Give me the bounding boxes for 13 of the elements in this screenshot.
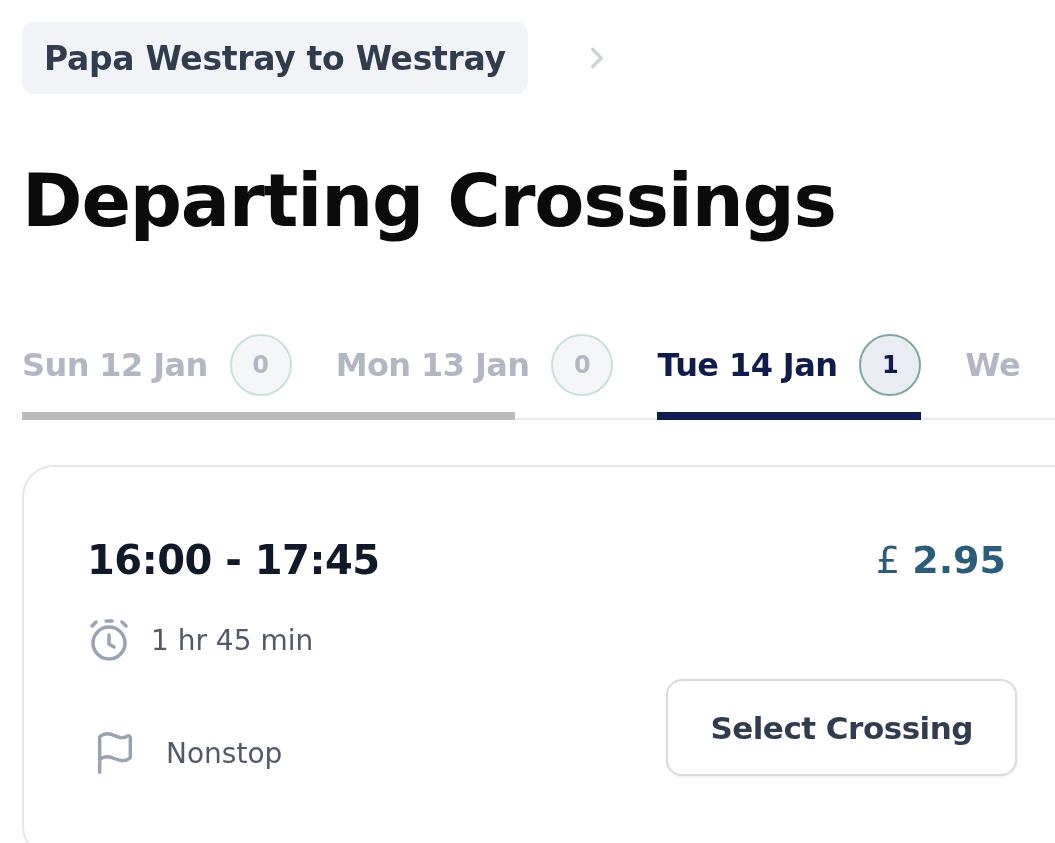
- count-badge: 1: [859, 334, 922, 396]
- price-text: £ 2.95: [875, 537, 1006, 584]
- page-heading: Departing Crossings: [22, 157, 836, 245]
- duration-text: 1 hr 45 min: [151, 623, 314, 657]
- clock-icon: [87, 618, 131, 662]
- date-tab[interactable]: Tue 14 Jan 1: [657, 334, 922, 420]
- count-badge: 0: [551, 334, 614, 396]
- stops-text: Nonstop: [166, 736, 283, 770]
- crossing-time: 16:00 - 17:45: [87, 536, 380, 585]
- select-crossing-button[interactable]: Select Crossing: [666, 679, 1017, 776]
- scrollbar-thumb[interactable]: [22, 412, 515, 420]
- breadcrumb-link[interactable]: Papa Westray to Westray: [22, 22, 528, 94]
- count-badge: 0: [229, 334, 292, 396]
